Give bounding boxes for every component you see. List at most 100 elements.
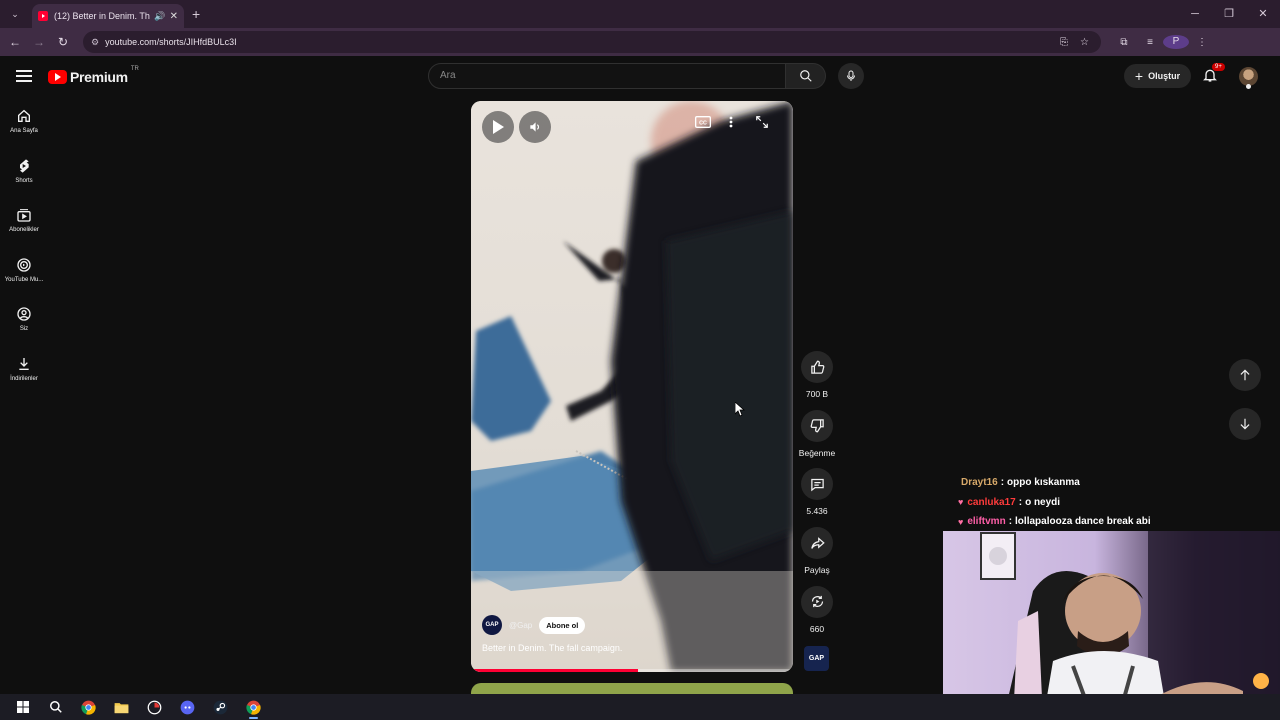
search-button[interactable] — [786, 63, 826, 89]
next-short-button[interactable] — [1229, 408, 1261, 440]
dislike-button[interactable] — [801, 409, 833, 442]
install-app-icon[interactable]: ⎘ — [1060, 37, 1068, 48]
create-button[interactable]: + Oluştur — [1124, 64, 1191, 88]
create-label: Oluştur — [1148, 71, 1181, 81]
webcam-scene — [943, 531, 1280, 720]
taskbar-chrome[interactable] — [72, 694, 105, 720]
profile-avatar[interactable]: P — [1163, 35, 1189, 49]
more-options-icon[interactable] — [729, 116, 733, 128]
account-avatar[interactable] — [1239, 67, 1258, 89]
subscribe-button[interactable]: Abone ol — [539, 616, 586, 634]
voice-search-button[interactable] — [838, 63, 864, 89]
comments-button[interactable] — [801, 468, 833, 501]
new-tab-button[interactable]: + — [192, 6, 200, 22]
sidebar-item-subscriptions[interactable]: Abonelikler — [0, 197, 48, 247]
downloads-icon — [19, 357, 29, 370]
extensions-puzzle-icon[interactable]: ⧉ — [1111, 37, 1137, 48]
youtube-premium-logo[interactable]: Premium TR — [48, 66, 139, 85]
taskbar-discord[interactable] — [171, 694, 204, 720]
sidebar-item-label: Siz — [19, 326, 29, 332]
previous-short-button[interactable] — [1229, 359, 1261, 391]
close-window-button[interactable]: ✕ — [1246, 0, 1280, 28]
steam-icon — [213, 700, 228, 714]
youtube-logo-icon — [48, 70, 67, 84]
tab-search-button[interactable]: ⌄ — [4, 3, 26, 25]
streamer-webcam — [943, 531, 1280, 720]
reload-button[interactable]: ↻ — [51, 35, 75, 49]
chrome-icon — [246, 700, 261, 715]
taskbar-app-recorder[interactable] — [138, 694, 171, 720]
taskbar-file-explorer[interactable] — [105, 694, 138, 720]
sidebar-item-downloads[interactable]: İndirilenler — [0, 346, 48, 396]
remix-icon — [811, 596, 823, 608]
browser-toolbar: ← → ↻ ⚙ youtube.com/shorts/JIHfdBULc3I ⎘… — [0, 28, 1280, 56]
discord-icon — [180, 700, 195, 714]
sidebar-item-label: Ana Sayfa — [10, 128, 38, 134]
sidebar-item-youtube-music[interactable]: YouTube Mu... — [0, 247, 48, 297]
start-button[interactable] — [6, 694, 39, 720]
notifications-button[interactable]: 9+ — [1202, 63, 1225, 87]
chrome-icon — [81, 700, 96, 715]
media-controls-icon[interactable]: ≡ — [1137, 37, 1163, 48]
chat-text: oppo kıskanma — [1007, 477, 1080, 489]
like-count: 700 B — [805, 389, 829, 399]
search-icon — [799, 70, 812, 82]
sidebar-item-shorts[interactable]: Shorts — [0, 148, 48, 198]
back-button[interactable]: ← — [3, 35, 27, 49]
sidebar-item-label: Abonelikler — [9, 227, 39, 233]
progress-bar[interactable] — [471, 669, 793, 672]
minimize-button[interactable]: ─ — [1178, 0, 1212, 28]
bookmark-star-icon[interactable]: ☆ — [1080, 37, 1089, 48]
taskbar-steam[interactable] — [204, 694, 237, 720]
hamburger-menu-icon[interactable] — [16, 70, 32, 85]
browser-menu-icon[interactable]: ⋮ — [1189, 37, 1215, 48]
youtube-masthead: Premium TR Ara + Oluştur 9+ — [0, 56, 1280, 98]
search-input[interactable]: Ara — [428, 63, 786, 89]
like-button[interactable] — [801, 351, 833, 383]
tab-close-icon[interactable]: ✕ — [170, 11, 178, 22]
share-icon — [810, 536, 825, 549]
thumbs-up-icon — [810, 360, 824, 374]
taskbar-chrome-active[interactable] — [237, 694, 270, 720]
remix-action: 660 — [798, 585, 836, 645]
shorts-player[interactable]: CC GAP @Gap Abone ol Better in Denim. Th… — [471, 101, 793, 672]
video-frame — [471, 101, 793, 672]
tab-title: (12) Better in Denim. The fall campaign.… — [54, 11, 150, 21]
shorts-actions: 700 B Beğenme 5.436 Paylaş 660 — [798, 351, 836, 644]
tab-audio-icon[interactable]: 🔊 — [154, 11, 165, 22]
home-icon — [18, 109, 30, 122]
captions-icon[interactable]: CC — [695, 116, 711, 128]
browser-tab-active[interactable]: (12) Better in Denim. The fall campaign.… — [32, 4, 184, 28]
region-code: TR — [130, 66, 139, 72]
microphone-icon — [847, 70, 855, 81]
search-icon — [49, 701, 62, 713]
channel-avatar[interactable]: GAP — [482, 615, 502, 635]
fullscreen-icon[interactable] — [755, 115, 769, 129]
logo-text: Premium — [70, 69, 128, 85]
chat-separator: : — [1008, 516, 1013, 528]
site-info-icon[interactable]: ⚙ — [91, 37, 99, 48]
arrow-up-icon — [1240, 369, 1250, 381]
notification-badge: 9+ — [1212, 63, 1225, 71]
address-bar[interactable]: ⚙ youtube.com/shorts/JIHfdBULc3I ⎘ ☆ — [83, 31, 1101, 53]
mute-button[interactable] — [519, 111, 551, 143]
forward-button[interactable]: → — [27, 35, 51, 49]
sound-thumbnail[interactable]: GAP — [804, 646, 829, 671]
remix-count: 660 — [809, 623, 825, 634]
play-button[interactable] — [482, 111, 514, 143]
chat-badge-icon: ♥ — [958, 516, 964, 527]
mouse-cursor-icon — [735, 402, 745, 417]
sidebar-item-label: YouTube Mu... — [4, 276, 44, 283]
play-icon — [493, 120, 504, 134]
restore-button[interactable]: ❐ — [1212, 0, 1246, 28]
sidebar-item-home[interactable]: Ana Sayfa — [0, 98, 48, 148]
sidebar-item-you[interactable]: Siz — [0, 296, 48, 346]
volume-icon — [530, 122, 540, 132]
share-button[interactable] — [801, 527, 833, 560]
channel-handle[interactable]: @Gap — [509, 621, 532, 630]
url-text: youtube.com/shorts/JIHfdBULc3I — [105, 37, 237, 47]
remix-button[interactable] — [801, 585, 833, 618]
video-description[interactable]: Better in Denim. The fall campaign. — [482, 643, 622, 653]
you-icon — [17, 307, 31, 321]
taskbar-search-button[interactable] — [39, 694, 72, 720]
